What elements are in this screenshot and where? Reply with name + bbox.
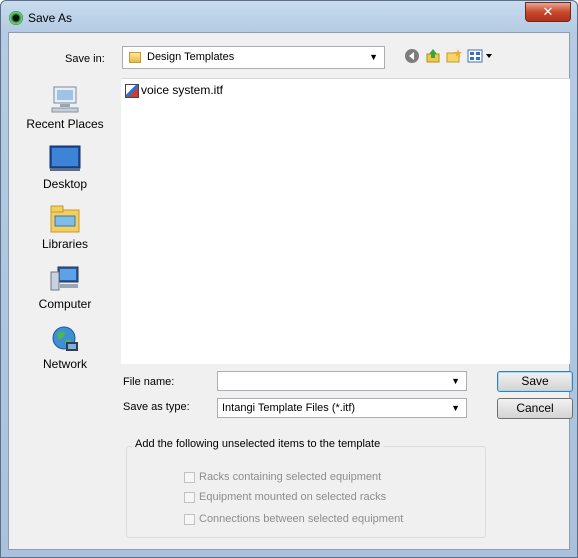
- view-menu-button[interactable]: [466, 48, 496, 66]
- libraries-icon: [48, 204, 82, 234]
- place-network[interactable]: Network: [16, 324, 114, 371]
- chevron-down-icon: ▼: [369, 52, 378, 62]
- up-folder-button[interactable]: [424, 48, 442, 66]
- checkbox-box[interactable]: [184, 513, 195, 525]
- file-name-input[interactable]: ▼: [217, 371, 467, 391]
- view-menu-icon: [467, 49, 492, 63]
- close-icon: ✕: [542, 4, 554, 19]
- checkbox-box[interactable]: [184, 491, 195, 503]
- title-bar[interactable]: Save As ✕: [1, 1, 578, 33]
- recent-places-icon: [48, 84, 82, 114]
- cancel-button[interactable]: Cancel: [497, 398, 573, 419]
- folder-icon: [129, 52, 141, 63]
- new-folder-button[interactable]: [445, 48, 463, 66]
- save-as-type-dropdown[interactable]: Intangi Template Files (*.itf) ▼: [217, 398, 467, 418]
- file-name-label: File name:: [123, 376, 175, 388]
- save-in-label: Save in:: [65, 53, 105, 65]
- computer-icon: [48, 264, 82, 294]
- back-button[interactable]: [403, 48, 421, 66]
- file-name: voice system.itf: [141, 83, 224, 97]
- checkbox-label: Racks containing selected equipment: [199, 471, 382, 483]
- racks-checkbox[interactable]: Racks containing selected equipment: [184, 471, 381, 483]
- checkbox-label: Connections between selected equipment: [199, 513, 404, 525]
- chevron-down-icon: ▼: [451, 403, 460, 413]
- save-as-type-label: Save as type:: [123, 401, 190, 413]
- network-icon: [48, 324, 82, 354]
- place-desktop[interactable]: Desktop: [16, 144, 114, 191]
- chevron-down-icon[interactable]: ▼: [451, 376, 460, 386]
- checkbox-label: Equipment mounted on selected racks: [199, 491, 387, 503]
- equipment-checkbox[interactable]: Equipment mounted on selected racks: [184, 491, 386, 503]
- place-label: Libraries: [41, 237, 89, 251]
- up-folder-icon: [426, 49, 440, 63]
- back-arrow-icon: [405, 49, 419, 63]
- place-label: Desktop: [42, 177, 88, 191]
- group-title: Add the following unselected items to th…: [132, 438, 384, 450]
- close-button[interactable]: ✕: [525, 2, 571, 22]
- places-bar: Recent Places Desktop Libraries Computer…: [16, 78, 114, 518]
- checkbox-box[interactable]: [184, 471, 195, 483]
- new-folder-icon: [446, 49, 462, 63]
- place-computer[interactable]: Computer: [16, 264, 114, 311]
- place-label: Network: [42, 357, 87, 371]
- save-in-value: Design Templates: [147, 51, 235, 63]
- save-in-dropdown[interactable]: Design Templates ▼: [122, 46, 385, 69]
- place-label: Computer: [38, 297, 92, 311]
- save-as-type-value: Intangi Template Files (*.itf): [222, 402, 356, 414]
- app-icon: [9, 11, 23, 25]
- place-label: Recent Places: [26, 117, 104, 131]
- itf-file-icon: [125, 83, 139, 98]
- connections-checkbox[interactable]: Connections between selected equipment: [184, 513, 403, 525]
- place-recent-places[interactable]: Recent Places: [16, 84, 114, 131]
- window-title: Save As: [28, 11, 73, 25]
- file-item[interactable]: voice system.itf: [125, 83, 223, 98]
- save-button[interactable]: Save: [497, 371, 573, 392]
- file-list[interactable]: voice system.itf: [121, 78, 570, 364]
- desktop-icon: [48, 144, 82, 174]
- place-libraries[interactable]: Libraries: [16, 204, 114, 251]
